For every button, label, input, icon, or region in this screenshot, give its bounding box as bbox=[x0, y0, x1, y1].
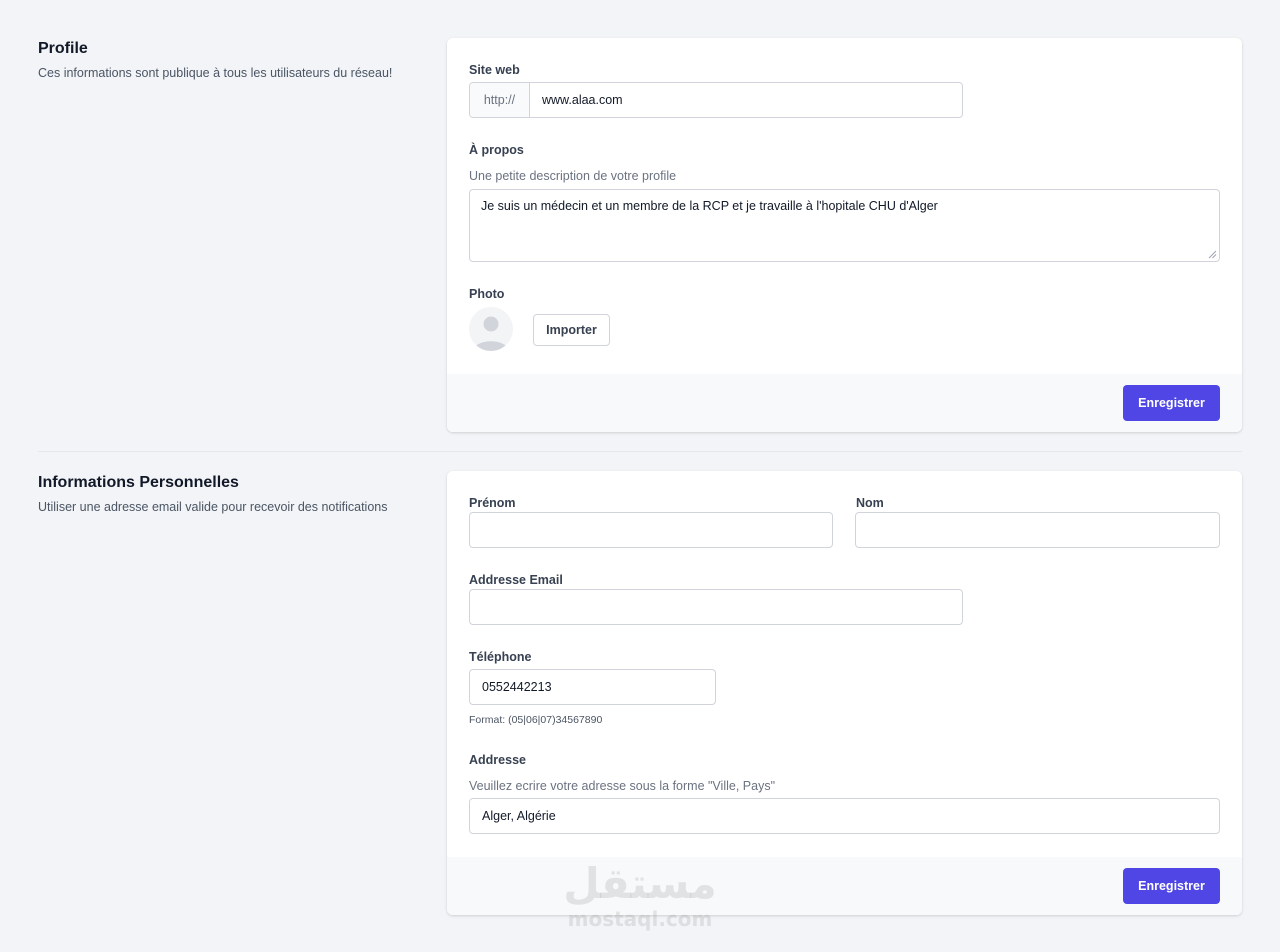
mostaql-watermark: مستقل mostaql.com bbox=[560, 860, 720, 940]
last-name-input[interactable] bbox=[855, 512, 1220, 548]
about-textarea[interactable]: Je suis un médecin et un membre de la RC… bbox=[469, 189, 1220, 262]
personal-card: Prénom Nom Addresse Email Téléphone 0552… bbox=[447, 471, 1242, 915]
profile-save-button[interactable]: Enregistrer bbox=[1123, 385, 1220, 421]
user-placeholder-icon bbox=[473, 316, 509, 351]
phone-label: Téléphone bbox=[469, 650, 532, 664]
address-input[interactable]: Alger, Algérie bbox=[469, 798, 1220, 834]
section-divider bbox=[38, 451, 1242, 452]
personal-save-button[interactable]: Enregistrer bbox=[1123, 868, 1220, 904]
profile-section-title: Profile bbox=[38, 40, 88, 57]
about-hint: Une petite description de votre profile bbox=[469, 169, 677, 183]
profile-card-footer: Enregistrer bbox=[447, 374, 1242, 432]
profile-card: Site web http:// www.alaa.com À propos U… bbox=[447, 38, 1242, 432]
email-label: Addresse Email bbox=[469, 573, 563, 587]
resize-grip-icon[interactable] bbox=[1208, 250, 1217, 259]
about-label: À propos bbox=[469, 143, 524, 157]
last-name-label: Nom bbox=[856, 496, 884, 510]
watermark-arabic: مستقل bbox=[563, 859, 717, 908]
phone-format-hint: Format: (05|06|07)34567890 bbox=[469, 714, 603, 726]
email-field[interactable] bbox=[469, 589, 963, 625]
personal-section-description: Utiliser une adresse email valide pour r… bbox=[38, 500, 388, 514]
profile-section-description: Ces informations sont publique à tous le… bbox=[38, 66, 393, 80]
website-input[interactable]: www.alaa.com bbox=[530, 83, 962, 117]
first-name-input[interactable] bbox=[469, 512, 833, 548]
watermark-latin: mostaql.com bbox=[567, 907, 713, 931]
about-text: Je suis un médecin et un membre de la RC… bbox=[481, 199, 938, 213]
phone-input[interactable]: 0552442213 bbox=[469, 669, 716, 705]
avatar bbox=[469, 307, 513, 351]
import-photo-button[interactable]: Importer bbox=[533, 314, 610, 346]
personal-section-title: Informations Personnelles bbox=[38, 474, 239, 491]
photo-label: Photo bbox=[469, 287, 505, 301]
website-label: Site web bbox=[469, 63, 520, 77]
address-hint: Veuillez ecrire votre adresse sous la fo… bbox=[469, 779, 775, 793]
website-input-group: http:// www.alaa.com bbox=[469, 82, 963, 118]
address-label: Addresse bbox=[469, 753, 526, 767]
first-name-label: Prénom bbox=[469, 496, 516, 510]
website-prefix: http:// bbox=[470, 83, 530, 117]
